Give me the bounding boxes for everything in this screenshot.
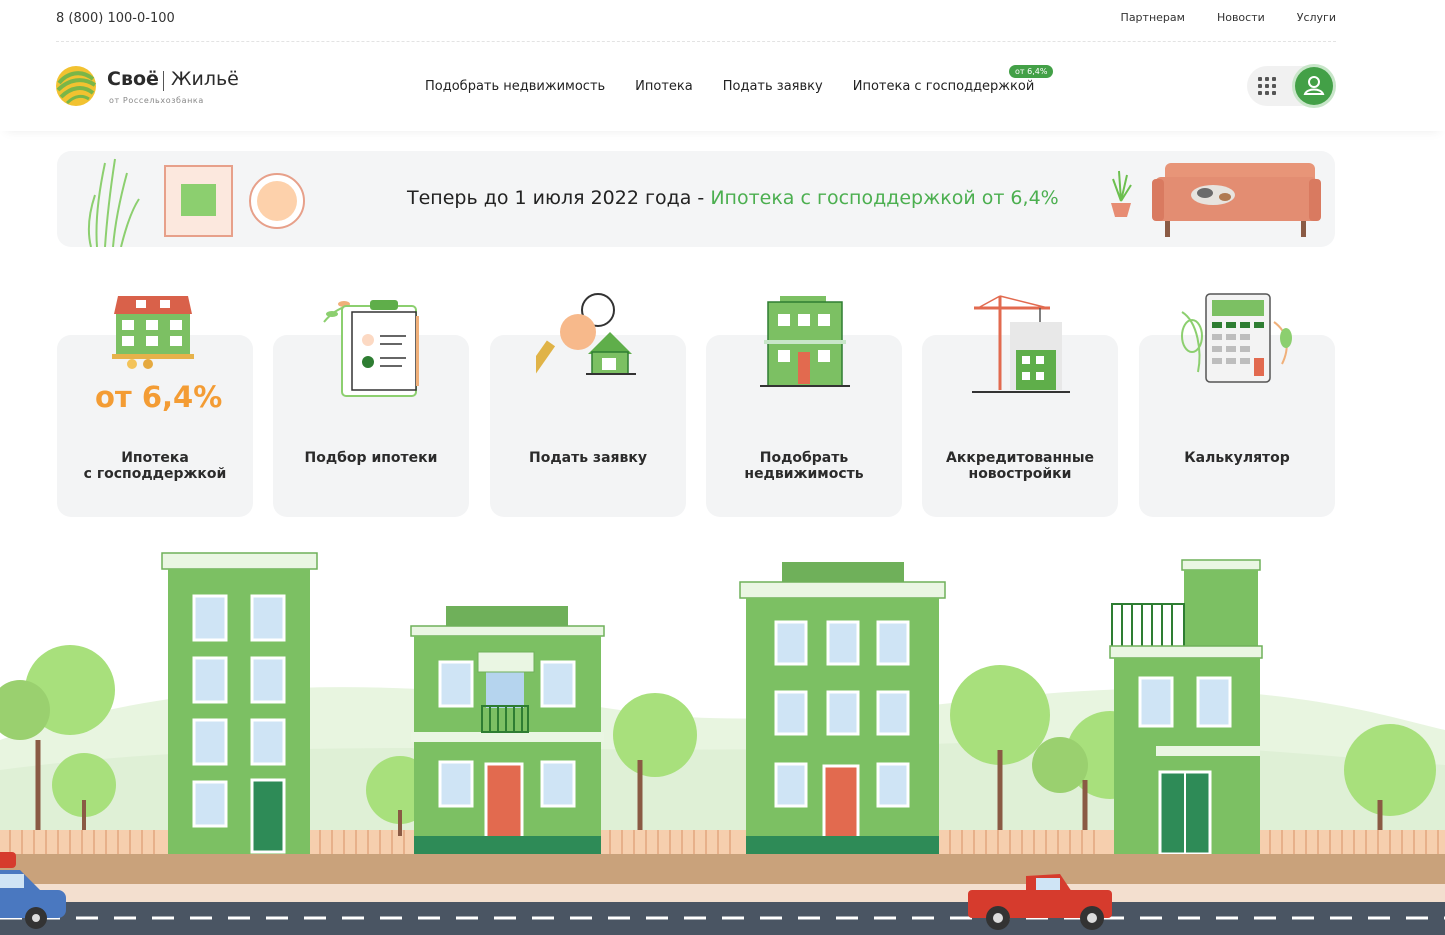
card-label: Подать заявку [529,450,647,466]
main-nav: Подобрать недвижимость Ипотека Подать за… [425,79,1034,94]
link-news[interactable]: Новости [1217,11,1265,24]
building-icon [760,296,850,387]
logo-icon [56,66,97,106]
crane-icon [972,295,1070,393]
card-label: Подбор ипотеки [304,450,438,466]
banner-left-decor [87,158,305,247]
card-label: Ипотека с господдержкой [83,450,227,482]
logo-word-1: Своё [107,68,159,90]
street-illustration [0,552,1445,935]
card-label: Аккредитованные новостройки [945,450,1094,482]
link-services[interactable]: Услуги [1297,11,1336,24]
nav-mortgage[interactable]: Ипотека [635,79,693,94]
card-label: Калькулятор [1184,450,1290,466]
grid-icon[interactable] [1255,75,1279,97]
logo-divider [163,71,164,91]
card-rate-text: от 6,4% [95,380,223,414]
header-actions [1247,66,1335,106]
card-label: Подобрать недвижимость [744,450,864,482]
user-button[interactable] [1295,67,1333,105]
banner-text: Теперь до 1 июля 2022 года - Ипотека с г… [407,187,1059,209]
banner-right-decor [1111,163,1321,237]
key-icon [536,293,636,396]
banner-text-plain: Теперь до 1 июля 2022 года - [407,187,711,209]
rate-badge: от 6,4% [1009,65,1054,78]
top-links: Партнерам Новости Услуги [1121,11,1336,24]
logo[interactable]: Своё Жильё от Россельхозбанка [55,65,245,111]
nav-apply[interactable]: Подать заявку [723,79,823,94]
phone-number[interactable]: 8 (800) 100-0-100 [56,11,175,26]
clipboard-icon [323,300,419,397]
house-icon [112,296,194,369]
user-icon [1303,76,1325,95]
logo-word-2: Жильё [171,68,239,90]
main-header: Своё Жильё от Россельхозбанка Подобрать … [0,43,1445,131]
top-bar: 8 (800) 100-0-100 Партнерам Новости Услу… [56,0,1336,42]
logo-subtitle: от Россельхозбанка [109,96,204,105]
banner-text-highlight[interactable]: Ипотека с господдержкой от 6,4% [710,187,1058,209]
nav-state-mortgage[interactable]: Ипотека с господдержкой [853,79,1035,94]
nav-find-property[interactable]: Подобрать недвижимость [425,79,605,94]
link-partners[interactable]: Партнерам [1121,11,1185,24]
calculator-icon [1181,293,1292,383]
promo-banner[interactable]: Теперь до 1 июля 2022 года - Ипотека с г… [57,151,1335,247]
